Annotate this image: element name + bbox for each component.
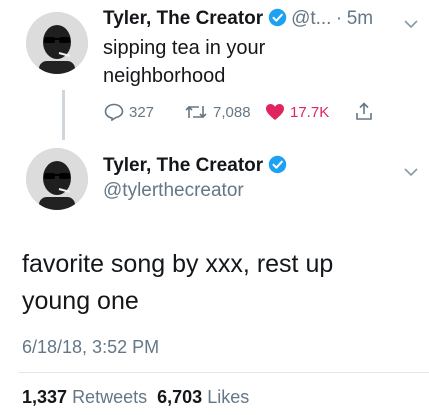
tweet1-text-line2: neighborhood: [103, 65, 226, 87]
tweet2-text: favorite song by xxx, rest up young one: [22, 246, 333, 320]
chevron-down-icon[interactable]: [404, 16, 418, 34]
share-button[interactable]: [355, 102, 378, 121]
tweet1-display-name[interactable]: Tyler, The Creator: [103, 8, 263, 29]
reply-count: 327: [129, 103, 155, 121]
verified-badge-icon: [268, 155, 287, 175]
tweet1-header: Tyler, The Creator @t... · 5m: [103, 8, 373, 30]
retweets-stat[interactable]: 1,337 Retweets: [22, 387, 147, 407]
reply-button[interactable]: 327: [104, 103, 154, 121]
tweet1-separator: ·: [335, 8, 343, 29]
avatar-image: [26, 12, 88, 74]
tweet1-handle[interactable]: @t...: [291, 8, 331, 29]
thread-connector-line: [62, 90, 65, 140]
retweet-button[interactable]: 7,088: [184, 103, 251, 121]
avatar-tweet2[interactable]: [26, 148, 88, 210]
tweet1-text: sipping tea in your neighborhood: [103, 34, 265, 90]
tweet1-time[interactable]: 5m: [347, 8, 373, 29]
tweet2-text-line1: favorite song by xxx, rest up: [22, 250, 334, 278]
share-icon: [356, 102, 372, 120]
tweet1-text-line1: sipping tea in your: [103, 37, 266, 59]
verified-badge-icon: [268, 8, 291, 28]
reply-icon: [104, 103, 124, 121]
like-count: 17.7K: [290, 103, 330, 121]
like-total: 6,703: [157, 387, 203, 407]
likes-stat[interactable]: 6,703 Likes: [157, 387, 249, 407]
divider: [18, 372, 429, 373]
heart-icon: [266, 104, 284, 120]
retweet-icon: [185, 105, 207, 119]
retweet-count: 7,088: [213, 103, 251, 121]
likes-label: Likes: [207, 387, 250, 407]
tweet2-display-name[interactable]: Tyler, The Creator: [103, 155, 263, 176]
retweet-total: 1,337: [22, 387, 68, 407]
chevron-down-icon[interactable]: [404, 164, 418, 182]
tweet2-text-line2: young one: [22, 287, 139, 315]
tweet2-stats: 1,337 Retweets 6,703 Likes: [22, 387, 249, 408]
tweet2-handle[interactable]: @tylerthecreator: [103, 180, 244, 202]
retweets-label: Retweets: [72, 387, 148, 407]
avatar-image: [26, 148, 88, 210]
like-button[interactable]: 17.7K: [265, 103, 329, 121]
avatar-tweet1[interactable]: [26, 12, 88, 74]
tweet2-header: Tyler, The Creator: [103, 155, 287, 177]
tweet2-timestamp[interactable]: 6/18/18, 3:52 PM: [22, 337, 159, 358]
